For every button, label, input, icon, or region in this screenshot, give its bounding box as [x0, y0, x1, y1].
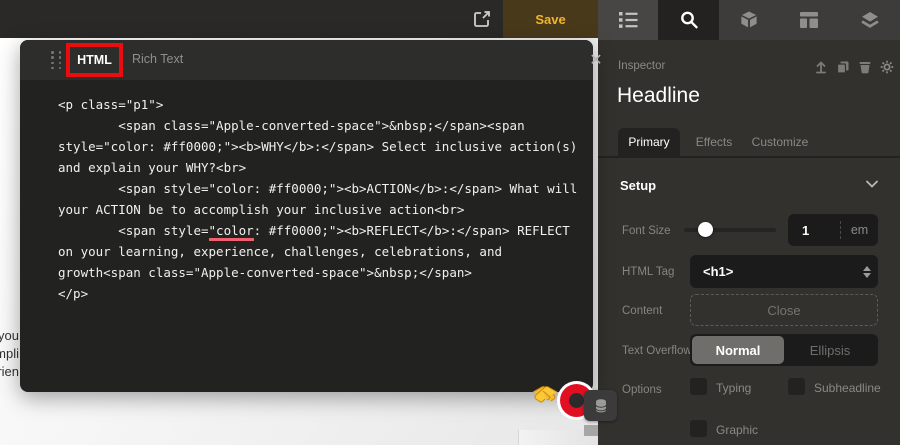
tab-primary[interactable]: Primary: [618, 128, 680, 156]
page-text-fragment: you mpli rien: [0, 328, 19, 379]
list-icon: [617, 10, 639, 30]
layout-icon: [799, 11, 819, 29]
layers-icon: [859, 10, 881, 30]
tab-html-label: HTML: [77, 53, 112, 67]
html-tag-label: HTML Tag: [622, 266, 675, 278]
gear-icon[interactable]: [880, 58, 894, 76]
typing-checkbox[interactable]: [690, 378, 707, 395]
save-button-label: Save: [535, 11, 566, 27]
database-button[interactable]: [584, 390, 617, 421]
inspector-sidebar: Inspector Headline Primary Effects Custo…: [598, 40, 900, 445]
top-nav-tiles: [598, 0, 900, 40]
updown-stepper-icon: [856, 265, 878, 278]
tab-effects[interactable]: Effects: [690, 128, 738, 156]
nav-tile-layout[interactable]: [779, 0, 840, 40]
cube-icon: [738, 9, 760, 31]
tabbar-divider: [598, 156, 900, 158]
chevron-down-icon[interactable]: [866, 180, 878, 188]
html-tag-select[interactable]: <h1>: [690, 255, 878, 288]
font-size-value[interactable]: 1: [788, 223, 840, 238]
font-size-input[interactable]: 1 em: [788, 214, 878, 246]
close-icon[interactable]: ✕: [586, 50, 606, 70]
nav-tile-pages[interactable]: [598, 0, 659, 40]
duplicate-icon[interactable]: [836, 58, 850, 76]
search-icon: [678, 9, 700, 31]
html-code-panel: HTML Rich Text ✕ <p class="p1"> <span cl…: [20, 40, 617, 421]
nav-tile-layers[interactable]: [839, 0, 900, 40]
handshake-emoji-icon: [530, 382, 560, 408]
element-title: Headline: [617, 84, 700, 107]
tab-rich-text[interactable]: Rich Text: [132, 52, 183, 66]
overflow-ellipsis-option[interactable]: Ellipsis: [784, 336, 876, 364]
content-close-button[interactable]: Close: [690, 294, 878, 326]
font-size-label: Font Size: [622, 225, 671, 237]
font-size-slider-thumb[interactable]: [698, 222, 713, 237]
graphic-checkbox[interactable]: [690, 420, 707, 437]
text-overflow-segmented: Normal Ellipsis: [690, 334, 878, 366]
overflow-normal-option[interactable]: Normal: [692, 336, 784, 364]
tab-customize[interactable]: Customize: [748, 128, 812, 156]
options-label: Options: [622, 384, 662, 396]
save-button[interactable]: Save: [503, 0, 598, 38]
inspector-label: Inspector: [618, 60, 666, 72]
drag-handle-icon[interactable]: [51, 51, 64, 70]
code-editor[interactable]: <p class="p1"> <span class="Apple-conver…: [58, 94, 588, 304]
scrollbar-thumb[interactable]: [584, 425, 598, 436]
setup-section-header[interactable]: Setup: [620, 178, 656, 193]
export-button[interactable]: [466, 4, 498, 34]
tab-html[interactable]: HTML: [66, 43, 123, 77]
font-size-unit: em: [850, 223, 869, 237]
text-overflow-label: Text Overflow: [622, 345, 692, 357]
database-icon: [593, 398, 609, 414]
subheadline-checkbox[interactable]: [788, 378, 805, 395]
subheadline-checkbox-label: Subheadline: [814, 381, 881, 395]
inspector-header-icons: [814, 58, 894, 76]
graphic-checkbox-label: Graphic: [716, 423, 759, 437]
trash-icon[interactable]: [858, 58, 872, 76]
typing-checkbox-label: Typing: [716, 381, 752, 395]
html-tag-value: <h1>: [703, 264, 734, 279]
nav-tile-components[interactable]: [718, 0, 780, 40]
content-label: Content: [622, 305, 663, 317]
arrow-up-from-line-icon[interactable]: [814, 58, 828, 76]
page-edge-divider: [518, 430, 519, 445]
export-icon: [471, 8, 493, 30]
code-lines: <p class="p1"> <span class="Apple-conver…: [58, 97, 578, 301]
nav-tile-inspector[interactable]: [658, 0, 719, 40]
